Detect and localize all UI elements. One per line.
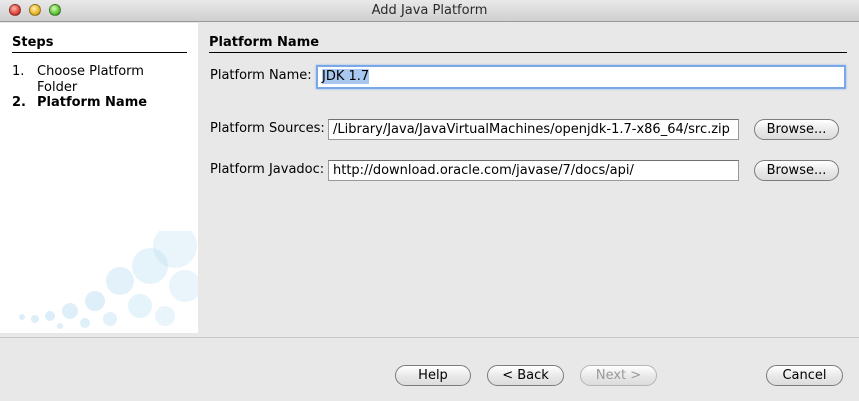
browse-javadoc-button[interactable]: Browse... (754, 160, 839, 181)
cancel-button[interactable]: Cancel (766, 365, 843, 386)
steps-title: Steps (12, 35, 187, 53)
steps-panel: Steps 1. Choose Platform Folder 2. Platf… (0, 23, 198, 333)
platform-javadoc-label: Platform Javadoc: (210, 162, 325, 177)
help-button[interactable]: Help (395, 365, 471, 386)
window-title: Add Java Platform (371, 3, 488, 18)
selected-text: JDK 1.7 (322, 69, 370, 84)
platform-sources-field[interactable]: /Library/Java/JavaVirtualMachines/openjd… (328, 119, 739, 140)
back-button[interactable]: < Back (487, 365, 564, 386)
platform-javadoc-field[interactable]: http://download.oracle.com/javase/7/docs… (328, 160, 739, 181)
page-title: Platform Name (209, 35, 847, 53)
step-label: Choose Platform Folder (37, 64, 144, 95)
step-number: 2. (12, 95, 26, 110)
decorative-bubbles-image (19, 231, 198, 329)
title-bar[interactable]: Add Java Platform (0, 0, 859, 22)
platform-sources-label: Platform Sources: (210, 121, 325, 136)
next-button[interactable]: Next > (580, 365, 657, 386)
platform-name-label: Platform Name: (210, 68, 312, 83)
browse-sources-button[interactable]: Browse... (754, 119, 839, 140)
footer-divider (0, 337, 859, 338)
platform-name-field[interactable]: JDK 1.7 (316, 65, 846, 89)
step-number: 1. (12, 64, 25, 79)
step-label: Platform Name (37, 95, 148, 110)
